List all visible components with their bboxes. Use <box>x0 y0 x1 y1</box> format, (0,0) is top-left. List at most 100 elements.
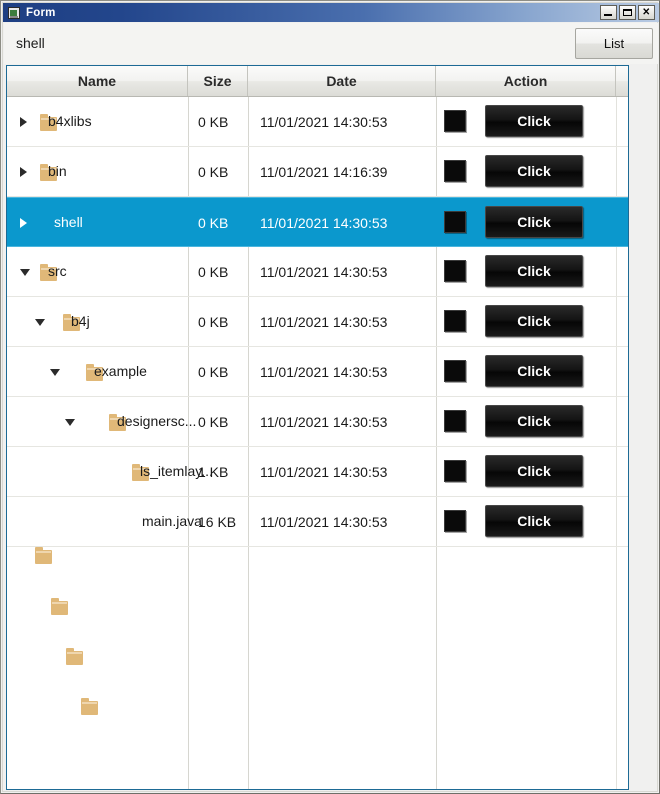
cell-size: 0 KB <box>198 313 229 330</box>
cell-date: 11/01/2021 14:30:53 <box>260 513 388 530</box>
file-name-label: bin <box>48 163 67 179</box>
file-table: Name Size Date Action b4xlibs 0 KB 11/01/2… <box>6 65 629 790</box>
column-header-filler <box>616 66 628 96</box>
window-controls: ✕ <box>600 5 655 20</box>
close-icon: ✕ <box>642 6 651 18</box>
cell-action: Click <box>436 147 616 196</box>
tree-collapse-arrow-icon[interactable] <box>20 269 30 276</box>
title-bar[interactable]: Form ✕ <box>3 3 659 22</box>
click-button[interactable]: Click <box>485 206 583 238</box>
cell-size: 0 KB <box>198 214 229 231</box>
file-name-label: b4j <box>71 313 90 329</box>
column-header-name[interactable]: Name <box>7 66 188 96</box>
file-name-label: example <box>94 363 147 379</box>
action-toggle-box[interactable] <box>444 110 466 132</box>
window-title: Form <box>26 6 56 19</box>
tree-expand-arrow-icon[interactable] <box>20 167 27 177</box>
action-toggle-box[interactable] <box>444 410 466 432</box>
cell-action: Click <box>436 447 616 496</box>
cell-size: 16 KB <box>198 513 237 530</box>
action-toggle-box[interactable] <box>444 310 466 332</box>
cell-name: b4xlibs <box>7 97 188 146</box>
table-row[interactable]: ls_itemlay... 1 KB 11/01/2021 14:30:53 Clic… <box>7 447 628 497</box>
folder-icon <box>81 698 98 715</box>
click-button[interactable]: Click <box>485 405 583 437</box>
table-row[interactable]: src 0 KB 11/01/2021 14:30:53 Click <box>7 247 628 297</box>
tree-expand-arrow-icon[interactable] <box>20 117 27 127</box>
click-button[interactable]: Click <box>485 255 583 287</box>
action-toggle-box[interactable] <box>444 510 466 532</box>
cell-date: 11/01/2021 14:16:39 <box>260 163 388 180</box>
tree-collapse-arrow-icon[interactable] <box>50 369 60 376</box>
action-toggle-box[interactable] <box>444 360 466 382</box>
folder-icon <box>51 598 68 615</box>
column-header-action[interactable]: Action <box>436 66 616 96</box>
cell-date: 11/01/2021 14:30:53 <box>260 313 388 330</box>
table-body: b4xlibs 0 KB 11/01/2021 14:30:53 Click bin 0 … <box>7 97 628 789</box>
toolbar: shell List <box>4 23 658 64</box>
file-name-label: designersc... <box>117 413 197 429</box>
table-row[interactable]: designersc... 0 KB 11/01/2021 14:30:53 Clic… <box>7 397 628 447</box>
tree-collapse-arrow-icon[interactable] <box>35 319 45 326</box>
cell-size: 0 KB <box>198 263 229 280</box>
cell-action: Click <box>436 247 616 296</box>
cell-date: 11/01/2021 14:30:53 <box>260 363 388 380</box>
cell-name: bin <box>7 147 188 196</box>
table-row[interactable]: bin 0 KB 11/01/2021 14:16:39 Click <box>7 147 628 197</box>
close-button[interactable]: ✕ <box>638 5 655 20</box>
cell-size: 0 KB <box>198 413 229 430</box>
action-toggle-box[interactable] <box>444 260 466 282</box>
action-toggle-box[interactable] <box>444 460 466 482</box>
cell-name: b4j <box>7 297 188 346</box>
table-row[interactable]: b4j 0 KB 11/01/2021 14:30:53 Click <box>7 297 628 347</box>
click-button[interactable]: Click <box>485 155 583 187</box>
cell-action: Click <box>436 297 616 346</box>
folder-icon <box>35 547 52 564</box>
cell-name: main.java <box>7 497 202 546</box>
click-button[interactable]: Click <box>485 105 583 137</box>
cell-name: shell <box>7 198 188 247</box>
cell-size: 1 KB <box>198 463 229 480</box>
folder-icon <box>66 648 83 665</box>
action-toggle-box[interactable] <box>444 160 466 182</box>
cell-date: 11/01/2021 14:30:53 <box>260 413 388 430</box>
current-path-label: shell <box>16 35 45 51</box>
cell-name: ls_itemlay... <box>7 447 213 496</box>
table-row[interactable]: example 0 KB 11/01/2021 14:30:53 Click <box>7 347 628 397</box>
cell-date: 11/01/2021 14:30:53 <box>260 214 388 231</box>
click-button[interactable]: Click <box>485 355 583 387</box>
file-name-label: src <box>48 263 67 279</box>
cell-action: Click <box>436 497 616 546</box>
tree-expand-arrow-icon[interactable] <box>20 218 27 228</box>
table-row[interactable]: main.java 16 KB 11/01/2021 14:30:53 Click <box>7 497 628 547</box>
cell-action: Click <box>436 347 616 396</box>
minimize-button[interactable] <box>600 5 617 20</box>
form-window-icon <box>8 6 20 19</box>
cell-action: Click <box>436 97 616 146</box>
table-row[interactable]: b4xlibs 0 KB 11/01/2021 14:30:53 Click <box>7 97 628 147</box>
cell-date: 11/01/2021 14:30:53 <box>260 113 388 130</box>
application-window: Form ✕ shell List Name Size Date Action … <box>0 0 660 794</box>
table-header-row: Name Size Date Action <box>7 66 628 97</box>
click-button[interactable]: Click <box>485 505 583 537</box>
cell-size: 0 KB <box>198 113 229 130</box>
list-button[interactable]: List <box>575 28 653 59</box>
action-toggle-box[interactable] <box>444 211 466 233</box>
cell-size: 0 KB <box>198 163 229 180</box>
table-row[interactable]: shell 0 KB 11/01/2021 14:30:53 Click <box>7 197 628 247</box>
cell-name: src <box>7 247 188 296</box>
file-name-label: shell <box>54 214 83 230</box>
cell-name: example <box>7 347 188 396</box>
file-name-label: b4xlibs <box>48 113 92 129</box>
cell-date: 11/01/2021 14:30:53 <box>260 263 388 280</box>
column-header-date[interactable]: Date <box>248 66 436 96</box>
click-button[interactable]: Click <box>485 305 583 337</box>
cell-date: 11/01/2021 14:30:53 <box>260 463 388 480</box>
click-button[interactable]: Click <box>485 455 583 487</box>
tree-collapse-arrow-icon[interactable] <box>65 419 75 426</box>
column-header-size[interactable]: Size <box>188 66 248 96</box>
cell-size: 0 KB <box>198 363 229 380</box>
cell-name: designersc... <box>7 397 196 446</box>
cell-action: Click <box>436 198 616 247</box>
maximize-button[interactable] <box>619 5 636 20</box>
